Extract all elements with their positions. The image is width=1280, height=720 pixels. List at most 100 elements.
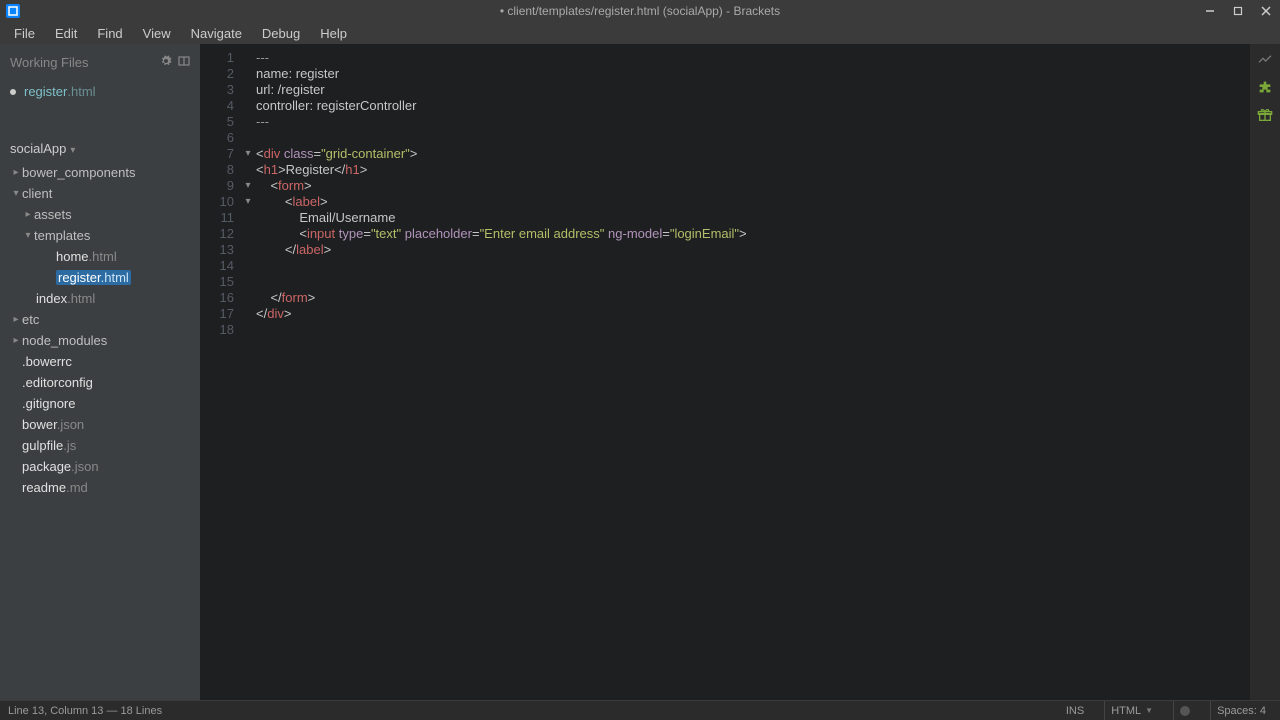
file-tree: ▸bower_components▾client▸assets▾template…: [0, 162, 200, 498]
file-ext: .json: [57, 417, 84, 432]
code-line[interactable]: ---: [256, 114, 1250, 130]
fold-toggle-icon[interactable]: ▾: [240, 178, 256, 194]
code-line[interactable]: </label>: [256, 242, 1250, 258]
folder-label: client: [22, 186, 52, 201]
fold-empty: [240, 290, 256, 306]
folder-node_modules[interactable]: ▸node_modules: [0, 330, 200, 351]
line-number: 17: [200, 306, 240, 322]
code-line[interactable]: [256, 130, 1250, 146]
gear-icon[interactable]: [160, 55, 172, 70]
code-line[interactable]: ---: [256, 50, 1250, 66]
file-base: .gitignore: [22, 396, 75, 411]
file-gulpfile.js[interactable]: gulpfile.js: [0, 435, 200, 456]
line-number: 6: [200, 130, 240, 146]
menu-debug[interactable]: Debug: [252, 24, 310, 43]
file-base: home: [56, 249, 89, 264]
chevron-right-icon[interactable]: ▸: [10, 314, 22, 325]
code-line[interactable]: <input type="text" placeholder="Enter em…: [256, 226, 1250, 242]
chevron-down-icon[interactable]: ▾: [22, 230, 34, 241]
split-view-icon[interactable]: [178, 55, 190, 70]
file-package.json[interactable]: package.json: [0, 456, 200, 477]
editor-content[interactable]: ---name: registerurl: /registercontrolle…: [256, 44, 1250, 700]
folder-bower_components[interactable]: ▸bower_components: [0, 162, 200, 183]
gift-icon[interactable]: [1256, 106, 1274, 124]
menu-view[interactable]: View: [133, 24, 181, 43]
code-line[interactable]: </div>: [256, 306, 1250, 322]
chevron-right-icon[interactable]: ▸: [10, 167, 22, 178]
folder-etc[interactable]: ▸etc: [0, 309, 200, 330]
file-index.html[interactable]: index.html: [0, 288, 200, 309]
fold-toggle-icon[interactable]: ▾: [240, 146, 256, 162]
fold-toggle-icon[interactable]: ▾: [240, 194, 256, 210]
file-ext: .html: [101, 270, 129, 285]
code-line[interactable]: [256, 258, 1250, 274]
fold-empty: [240, 258, 256, 274]
extension-manager-icon[interactable]: [1256, 78, 1274, 96]
code-line[interactable]: [256, 322, 1250, 338]
project-name[interactable]: socialApp▾: [0, 135, 200, 162]
minimize-button[interactable]: [1196, 0, 1224, 22]
file-base: gulpfile: [22, 438, 63, 453]
menu-navigate[interactable]: Navigate: [181, 24, 252, 43]
file-bower.json[interactable]: bower.json: [0, 414, 200, 435]
working-files-label: Working Files: [10, 55, 89, 70]
folder-label: templates: [34, 228, 90, 243]
file-ext: .html: [89, 249, 117, 264]
chevron-right-icon[interactable]: ▸: [10, 335, 22, 346]
line-number: 4: [200, 98, 240, 114]
fold-empty: [240, 114, 256, 130]
code-editor[interactable]: 123456789101112131415161718 ▾▾▾ ---name:…: [200, 44, 1250, 700]
menu-file[interactable]: File: [4, 24, 45, 43]
working-file-name: register: [24, 84, 67, 99]
chevron-right-icon[interactable]: ▸: [22, 209, 34, 220]
linting-status[interactable]: [1173, 701, 1196, 720]
file-.bowerrc[interactable]: .bowerrc: [0, 351, 200, 372]
line-number: 15: [200, 274, 240, 290]
maximize-button[interactable]: [1224, 0, 1252, 22]
file-.gitignore[interactable]: .gitignore: [0, 393, 200, 414]
fold-empty: [240, 50, 256, 66]
fold-empty: [240, 306, 256, 322]
code-line[interactable]: <div class="grid-container">: [256, 146, 1250, 162]
line-number: 5: [200, 114, 240, 130]
menu-find[interactable]: Find: [87, 24, 132, 43]
file-readme.md[interactable]: readme.md: [0, 477, 200, 498]
fold-empty: [240, 274, 256, 290]
folder-client[interactable]: ▾client: [0, 183, 200, 204]
live-preview-icon[interactable]: [1256, 50, 1274, 68]
language-selector[interactable]: HTML ▼: [1104, 701, 1159, 720]
line-number: 7: [200, 146, 240, 162]
chevron-down-icon: ▼: [1145, 706, 1153, 715]
file-ext: .md: [66, 480, 88, 495]
menu-edit[interactable]: Edit: [45, 24, 87, 43]
code-line[interactable]: controller: registerController: [256, 98, 1250, 114]
indentation-selector[interactable]: Spaces: 4: [1210, 701, 1272, 720]
folder-label: node_modules: [22, 333, 107, 348]
line-number: 9: [200, 178, 240, 194]
code-line[interactable]: Email/Username: [256, 210, 1250, 226]
file-register.html[interactable]: register.html: [0, 267, 200, 288]
file-.editorconfig[interactable]: .editorconfig: [0, 372, 200, 393]
chevron-down-icon[interactable]: ▾: [10, 188, 22, 199]
working-file-item[interactable]: register.html: [0, 80, 200, 103]
code-line[interactable]: <label>: [256, 194, 1250, 210]
fold-empty: [240, 130, 256, 146]
file-home.html[interactable]: home.html: [0, 246, 200, 267]
right-toolbar: [1250, 44, 1280, 700]
close-button[interactable]: [1252, 0, 1280, 22]
fold-empty: [240, 322, 256, 338]
fold-empty: [240, 242, 256, 258]
folder-assets[interactable]: ▸assets: [0, 204, 200, 225]
code-line[interactable]: [256, 274, 1250, 290]
folder-templates[interactable]: ▾templates: [0, 225, 200, 246]
line-number: 8: [200, 162, 240, 178]
code-line[interactable]: <h1>Register</h1>: [256, 162, 1250, 178]
code-line[interactable]: url: /register: [256, 82, 1250, 98]
code-line[interactable]: <form>: [256, 178, 1250, 194]
code-line[interactable]: </form>: [256, 290, 1250, 306]
insert-mode[interactable]: INS: [1060, 701, 1090, 720]
status-dot-icon: [1180, 706, 1190, 716]
line-number: 2: [200, 66, 240, 82]
code-line[interactable]: name: register: [256, 66, 1250, 82]
menu-help[interactable]: Help: [310, 24, 357, 43]
